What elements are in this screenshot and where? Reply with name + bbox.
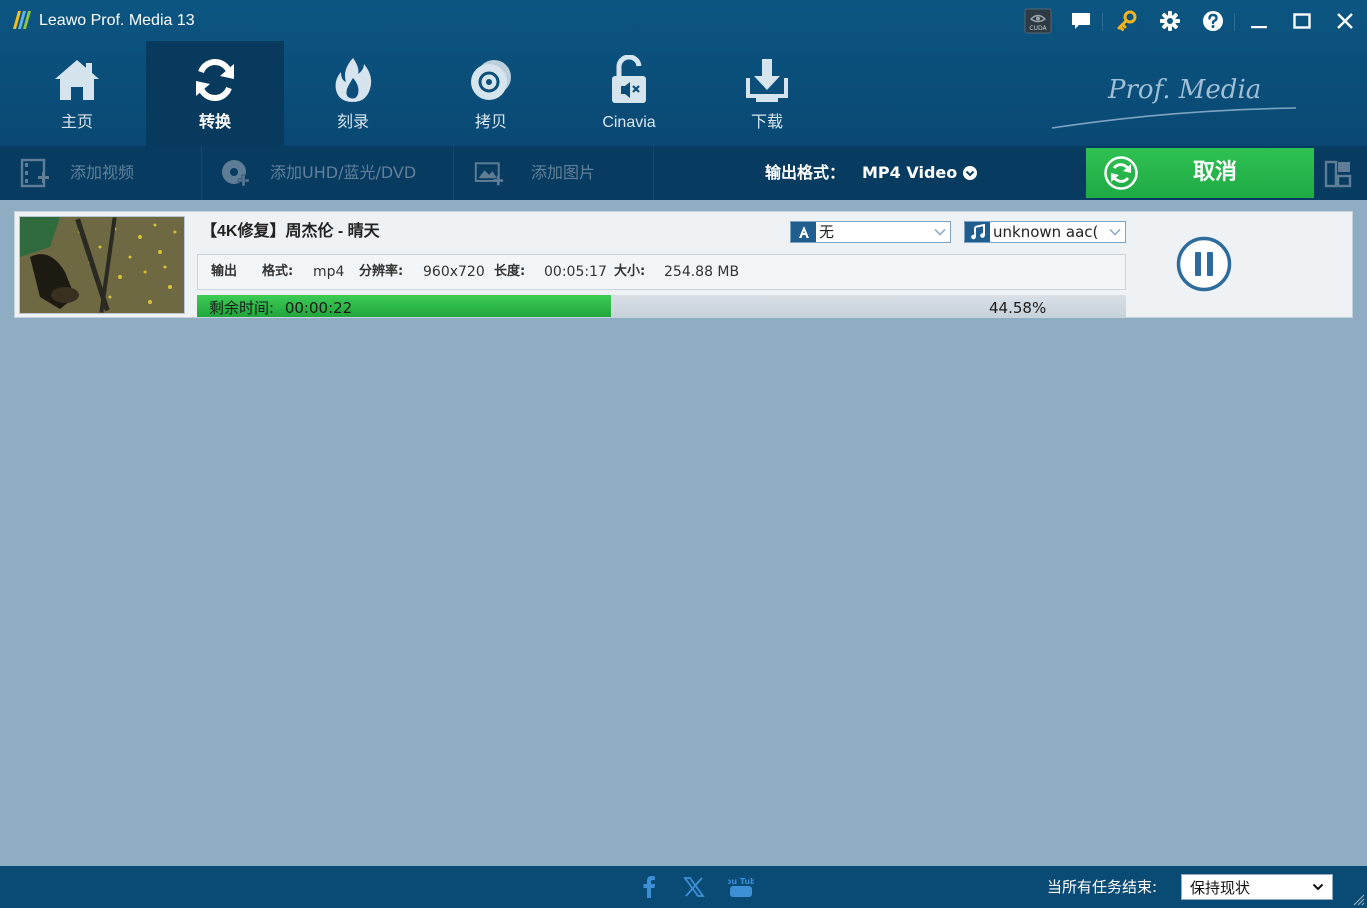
refresh-icon <box>1104 156 1138 190</box>
youtube-icon[interactable]: You Tube <box>728 875 754 899</box>
task-item[interactable]: 【4K修复】周杰伦 - 晴天 无 unknown aac( 输出 格式: mp4… <box>14 211 1353 318</box>
close-icon[interactable] <box>1332 8 1358 34</box>
burn-icon <box>328 55 378 105</box>
resolution-key: 分辨率: <box>359 264 404 279</box>
tab-burn-label: 刻录 <box>336 114 369 131</box>
add-photo-label: 添加图片 <box>531 163 596 182</box>
x-twitter-icon[interactable] <box>681 875 707 899</box>
tab-burn[interactable]: 刻录 <box>284 41 422 146</box>
maximize-icon[interactable] <box>1289 8 1315 34</box>
video-thumbnail[interactable] <box>19 216 185 314</box>
tab-cinavia[interactable]: Cinavia <box>560 41 698 146</box>
on-complete-value: 保持现状 <box>1190 879 1251 897</box>
tab-home-label: 主页 <box>60 114 93 131</box>
tab-convert[interactable]: 转换 <box>146 41 284 146</box>
tab-download-label: 下载 <box>750 114 783 131</box>
add-video-icon <box>20 158 50 188</box>
add-disc-icon <box>220 158 250 188</box>
title-separator <box>1102 13 1103 31</box>
toolbar-separator <box>653 146 654 200</box>
resolution-value: 960x720 <box>423 264 485 280</box>
tab-convert-label: 转换 <box>198 114 231 131</box>
resize-grip-icon[interactable] <box>1353 894 1365 906</box>
cuda-label: CUDA <box>1029 25 1047 32</box>
cancel-label: 取消 <box>1192 160 1237 185</box>
output-format-select[interactable]: MP4 Video <box>862 160 978 186</box>
app-header: Leawo Prof. Media 13 CUDA 主页 转换 刻录 拷贝 Ci… <box>0 0 1367 146</box>
pause-button[interactable] <box>1176 236 1232 292</box>
chevron-down-icon <box>1109 228 1121 236</box>
cuda-icon[interactable]: CUDA <box>1024 7 1052 35</box>
audio-track-select[interactable]: unknown aac( <box>964 221 1126 243</box>
home-icon <box>52 55 102 105</box>
settings-icon[interactable] <box>1157 8 1183 34</box>
tab-copy[interactable]: 拷贝 <box>422 41 560 146</box>
tab-home[interactable]: 主页 <box>8 41 146 146</box>
subtitle-value: 无 <box>819 223 835 241</box>
download-icon <box>742 55 792 105</box>
brand-logo: Prof. Media <box>1051 75 1297 129</box>
add-video-label: 添加视频 <box>70 163 135 182</box>
cancel-button[interactable]: 取消 <box>1086 148 1314 198</box>
copy-disc-icon <box>466 55 516 105</box>
output-format-value: MP4 Video <box>862 163 958 182</box>
format-key: 格式: <box>262 264 294 279</box>
add-video-button[interactable]: 添加视频 <box>0 146 200 200</box>
remaining-label: 剩余时间: <box>209 299 275 317</box>
title-bar[interactable]: Leawo Prof. Media 13 CUDA <box>0 0 1367 42</box>
output-format-label: 输出格式： <box>765 163 846 182</box>
tab-download[interactable]: 下载 <box>698 41 836 146</box>
tab-copy-label: 拷贝 <box>474 114 507 131</box>
facebook-icon[interactable] <box>636 875 662 899</box>
help-icon[interactable] <box>1200 8 1226 34</box>
on-complete-select[interactable]: 保持现状 <box>1181 874 1333 900</box>
subtitle-icon <box>791 222 816 242</box>
panel-toggle-icon[interactable] <box>1322 158 1354 190</box>
add-photo-button[interactable]: 添加图片 <box>454 146 652 200</box>
app-title: Leawo Prof. Media 13 <box>39 12 195 29</box>
cinavia-unlock-icon <box>604 55 654 105</box>
music-note-icon <box>965 222 990 242</box>
duration-value: 00:05:17 <box>544 264 607 280</box>
brand-logo-text: Prof. Media <box>1107 75 1261 105</box>
format-value: mp4 <box>313 264 345 280</box>
video-thumbnail-image <box>20 217 184 313</box>
status-bar: You Tube 当所有任务结束: 保持现状 <box>0 866 1367 908</box>
task-title: 【4K修复】周杰伦 - 晴天 <box>201 223 380 240</box>
add-disc-button[interactable]: 添加UHD/蓝光/DVD <box>202 146 452 200</box>
progress-percent: 44.58% <box>989 299 1047 317</box>
on-complete-label: 当所有任务结束: <box>1047 878 1158 896</box>
duration-key: 长度: <box>494 264 526 279</box>
chevron-down-icon <box>934 228 946 236</box>
output-label: 输出 <box>211 264 238 279</box>
output-info: 输出 格式: mp4 分辨率: 960x720 长度: 00:05:17 大小:… <box>197 254 1126 290</box>
convert-icon <box>190 55 240 105</box>
minimize-icon[interactable] <box>1246 8 1272 34</box>
size-key: 大小: <box>614 264 646 279</box>
remaining-time: 剩余时间: 00:00:22 <box>209 299 352 317</box>
chevron-down-icon <box>963 166 978 180</box>
remaining-value: 00:00:22 <box>284 299 353 317</box>
feedback-icon[interactable] <box>1068 8 1094 34</box>
audio-track-value: unknown aac( <box>993 223 1099 241</box>
conversion-progress-bar: 剩余时间: 00:00:22 44.58% <box>197 295 1126 317</box>
title-separator <box>1234 13 1235 31</box>
youtube-icon-text: You Tube <box>728 877 754 886</box>
add-disc-label: 添加UHD/蓝光/DVD <box>270 163 417 182</box>
title-bar-controls: CUDA <box>1007 0 1367 42</box>
app-logo-icon <box>13 11 31 29</box>
add-photo-icon <box>474 158 504 188</box>
size-value: 254.88 MB <box>664 264 740 280</box>
register-key-icon[interactable] <box>1114 8 1140 34</box>
tab-cinavia-label: Cinavia <box>602 114 656 131</box>
subtitle-select[interactable]: 无 <box>790 221 951 243</box>
chevron-down-icon <box>1312 883 1324 891</box>
